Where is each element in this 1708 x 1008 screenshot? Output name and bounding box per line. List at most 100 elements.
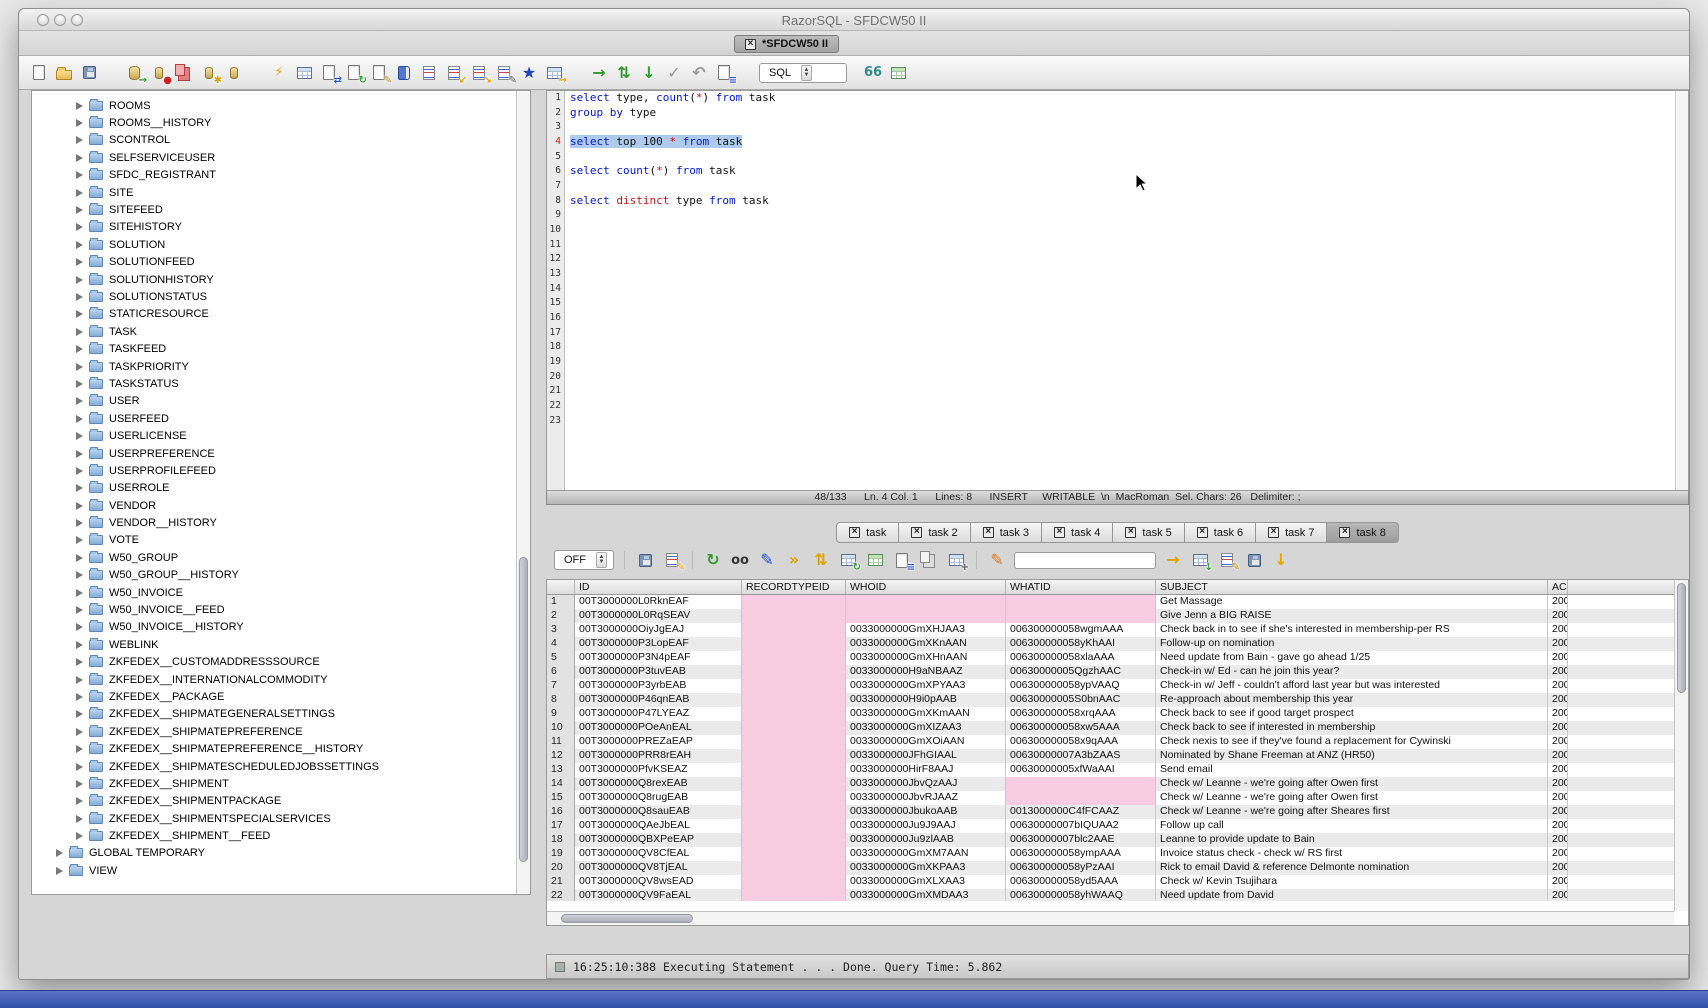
duplicate-table-icon[interactable]: + [946, 550, 966, 570]
edit-notes-icon[interactable]: ✎ [1217, 550, 1237, 570]
code-line[interactable] [566, 282, 1675, 297]
table-cell[interactable]: Invoice status check - check w/ RS first [1156, 847, 1548, 861]
favorites-star-icon[interactable]: ★ [519, 63, 539, 83]
table-cell[interactable]: Check w/ Kevin Tsujihara [1156, 875, 1548, 889]
table-cell[interactable]: 200 [1548, 819, 1568, 833]
code-line[interactable] [566, 150, 1675, 165]
table-cell[interactable]: 00T3000000Q8rexEAB [575, 777, 742, 791]
table-cell[interactable]: 0033000000GmXHJAA3 [846, 623, 1006, 637]
table-cell[interactable]: 200 [1548, 777, 1568, 791]
close-document-icon[interactable] [745, 39, 756, 50]
table-cell[interactable]: 200 [1548, 665, 1568, 679]
code-line[interactable] [566, 208, 1675, 223]
result-tab-task-5[interactable]: task 5 [1113, 522, 1184, 543]
table-cell[interactable] [742, 875, 846, 889]
generate-sql-icon[interactable]: ⇄ [319, 63, 339, 83]
expand-arrow-icon[interactable] [76, 241, 83, 249]
connect-database-icon[interactable]: → [124, 63, 144, 83]
edit-sql-icon[interactable]: ✎ [369, 63, 389, 83]
column-header-subject[interactable]: SUBJECT [1156, 580, 1548, 594]
tree-item[interactable]: ZKFEDEX__SHIPMENT__FEED [32, 827, 516, 844]
describe-table-icon[interactable] [294, 63, 314, 83]
tree-item[interactable]: USERROLE [32, 480, 516, 497]
table-cell[interactable]: 200 [1548, 637, 1568, 651]
tree-item[interactable]: ZKFEDEX__SHIPMATEGENERALSETTINGS [32, 706, 516, 723]
tree-item[interactable]: SCONTROL [32, 132, 516, 149]
edit-record-icon[interactable]: ✎ [757, 550, 777, 570]
table-cell[interactable]: 00T3000000QV8TjEAL [575, 861, 742, 875]
refresh-sql-icon[interactable]: ↻ [344, 63, 364, 83]
copy-results-icon[interactable] [919, 550, 939, 570]
move-columns-icon[interactable]: ⇅ [811, 550, 831, 570]
table-cell[interactable]: 006300000058wgmAAA [1006, 623, 1156, 637]
code-line[interactable] [566, 120, 1675, 135]
table-cell[interactable]: Give Jenn a BIG RAISE [1156, 609, 1548, 623]
sql-editor[interactable]: 1234567891011121314151617181920212223 se… [546, 90, 1689, 491]
table-cell[interactable]: 00T3000000QV8CfEAL [575, 847, 742, 861]
expand-arrow-icon[interactable] [76, 797, 83, 805]
close-tab-icon[interactable] [1339, 527, 1350, 538]
table-cell[interactable]: Check back in to see if she's interested… [1156, 623, 1548, 637]
table-cell[interactable]: 00T3000000PRR8rEAH [575, 749, 742, 763]
code-line[interactable] [566, 223, 1675, 238]
expand-arrow-icon[interactable] [76, 728, 83, 736]
table-cell[interactable]: 0033000000H9aNBAAZ [846, 665, 1006, 679]
table-cell[interactable]: 0033000000GmXOiAAN [846, 735, 1006, 749]
table-cell[interactable] [1006, 609, 1156, 623]
expand-arrow-icon[interactable] [56, 867, 63, 875]
table-cell[interactable]: 006300000058ympAAA [1006, 847, 1156, 861]
table-cell[interactable]: 200 [1548, 791, 1568, 805]
tree-item[interactable]: ROOMS__HISTORY [32, 114, 516, 131]
code-line[interactable]: select top 100 * from task [566, 135, 1675, 150]
clipboard-doc-icon[interactable]: ≡ [714, 63, 734, 83]
table-cell[interactable]: 00T3000000L0RqSEAV [575, 609, 742, 623]
table-cell[interactable]: Follow up call [1156, 819, 1548, 833]
table-vertical-scrollbar[interactable] [1674, 580, 1688, 911]
table-cell[interactable]: 006300000058yhWAAQ [1006, 889, 1156, 901]
tree-item[interactable]: SITE [32, 184, 516, 201]
results-layout-icon[interactable] [888, 63, 908, 83]
tree-item[interactable]: GLOBAL TEMPORARY [32, 845, 516, 862]
tree-item[interactable]: SOLUTION [32, 236, 516, 253]
table-cell[interactable]: Rick to email David & reference Delmonte… [1156, 861, 1548, 875]
table-cell[interactable]: Check-in w/ Jeff - couldn't afford last … [1156, 679, 1548, 693]
expand-arrow-icon[interactable] [76, 154, 83, 162]
table-cell[interactable]: 00T3000000L0RknEAF [575, 595, 742, 609]
reload-table-icon[interactable]: ↻ [838, 550, 858, 570]
expand-arrow-icon[interactable] [76, 397, 83, 405]
table-cell[interactable]: Check nexis to see if they've found a re… [1156, 735, 1548, 749]
table-cell[interactable]: 0033000000GmXIZAA3 [846, 721, 1006, 735]
refresh-results-icon[interactable]: ↻ [703, 550, 723, 570]
table-cell[interactable]: 00T3000000P3yrbEAB [575, 679, 742, 693]
table-cell[interactable] [742, 791, 846, 805]
new-connection-icon[interactable]: ✱ [199, 63, 219, 83]
expand-arrow-icon[interactable] [76, 223, 83, 231]
table-cell[interactable]: 0033000000GmXKnAAN [846, 637, 1006, 651]
column-header-id[interactable]: ID [575, 580, 742, 594]
table-cell[interactable] [742, 777, 846, 791]
new-file-icon[interactable] [29, 63, 49, 83]
commit-check-icon[interactable]: ✓ [664, 63, 684, 83]
expand-arrow-icon[interactable] [76, 658, 83, 666]
expand-arrow-icon[interactable] [76, 606, 83, 614]
export-data-icon[interactable]: ↙ [444, 63, 464, 83]
tree-item[interactable]: ZKFEDEX__INTERNATIONALCOMMODITY [32, 671, 516, 688]
execute-down-icon[interactable]: ↓ [639, 63, 659, 83]
code-line[interactable] [566, 355, 1675, 370]
expand-arrow-icon[interactable] [76, 432, 83, 440]
code-line[interactable] [566, 326, 1675, 341]
tree-item[interactable]: ZKFEDEX__CUSTOMADDRESSSOURCE [32, 654, 516, 671]
document-tab[interactable]: *SFDCW50 II [734, 35, 839, 53]
tree-item[interactable]: SOLUTIONSTATUS [32, 288, 516, 305]
save-results-icon[interactable] [635, 550, 655, 570]
code-line[interactable] [566, 179, 1675, 194]
tree-item[interactable]: ZKFEDEX__SHIPMENT [32, 775, 516, 792]
code-line[interactable]: select type, count(*) from task [566, 91, 1675, 106]
expand-arrow-icon[interactable] [76, 693, 83, 701]
sql-code-area[interactable]: select type, count(*) from taskgroup by … [566, 91, 1675, 490]
table-cell[interactable]: 200 [1548, 763, 1568, 777]
go-arrow-icon[interactable]: → [1163, 550, 1183, 570]
report-view-icon[interactable]: ≡ [892, 550, 912, 570]
table-cell[interactable] [742, 763, 846, 777]
tree-item[interactable]: VENDOR__HISTORY [32, 514, 516, 531]
